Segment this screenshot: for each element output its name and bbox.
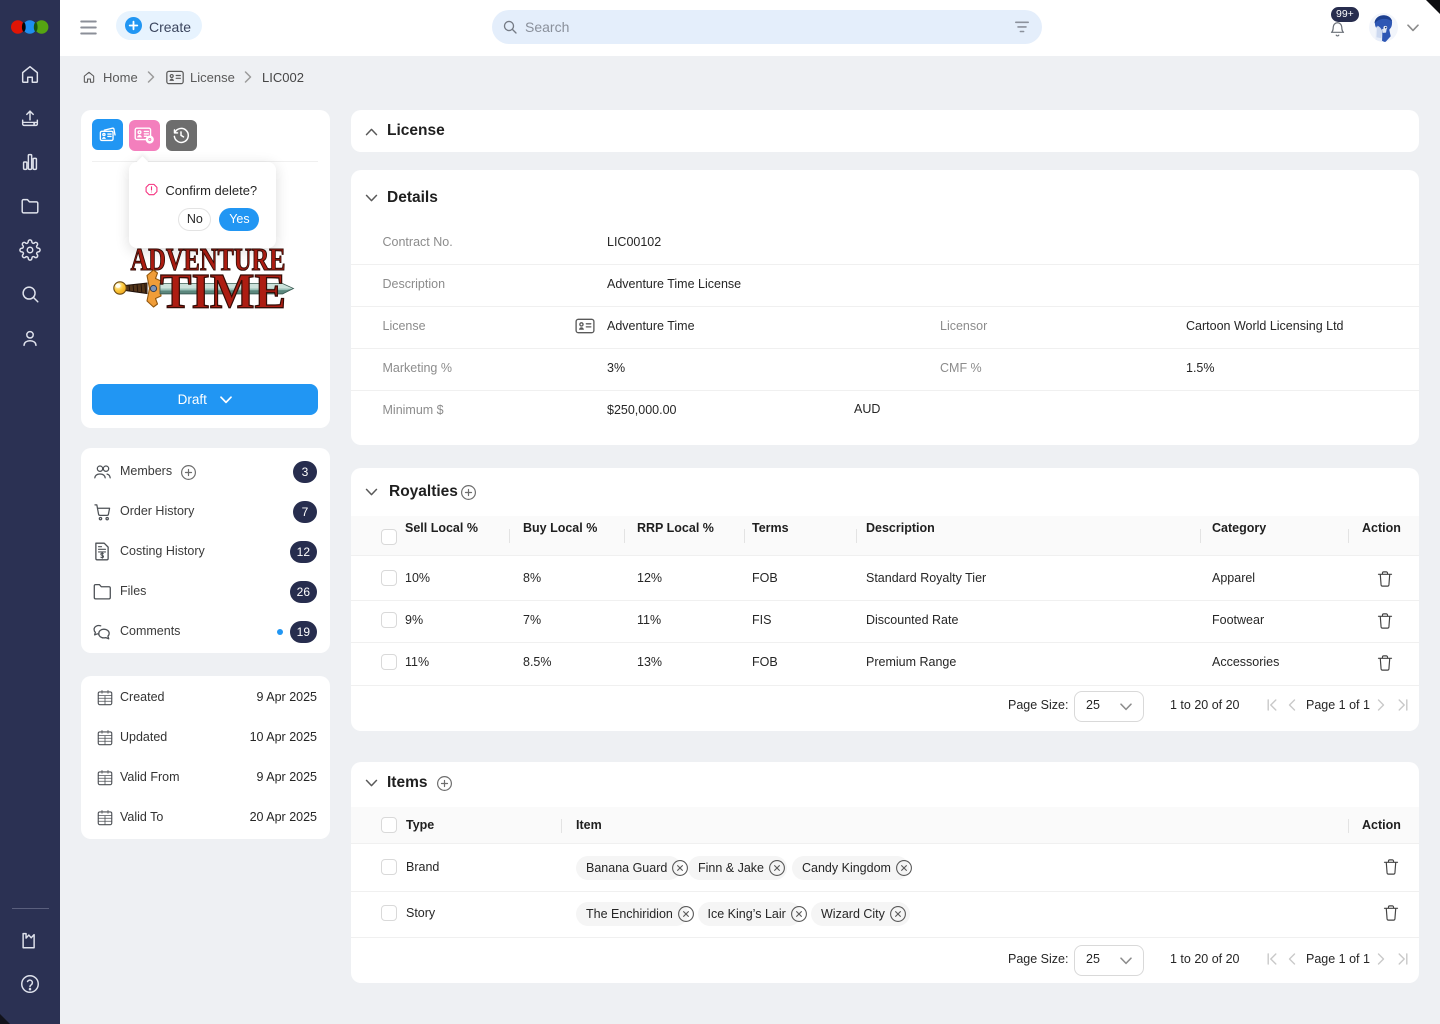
svg-text:TIME: TIME xyxy=(160,263,286,311)
